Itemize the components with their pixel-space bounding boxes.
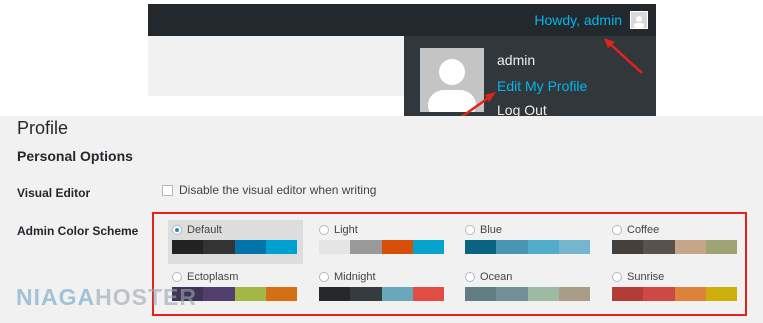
color-swatch[interactable]: [234, 287, 266, 301]
radio-icon[interactable]: [319, 272, 329, 282]
color-swatch[interactable]: [319, 240, 351, 254]
color-swatch[interactable]: [265, 240, 297, 254]
color-swatch[interactable]: [496, 287, 528, 301]
color-swatch[interactable]: [465, 287, 497, 301]
admin-bar: Howdy, admin: [148, 4, 656, 36]
color-swatch[interactable]: [643, 240, 675, 254]
visual-editor-checkbox-label[interactable]: Disable the visual editor when writing: [179, 183, 376, 197]
color-swatch[interactable]: [558, 287, 590, 301]
color-scheme-light[interactable]: Light: [315, 220, 450, 264]
scheme-name[interactable]: Light: [334, 224, 358, 236]
color-swatch[interactable]: [203, 287, 235, 301]
scheme-name[interactable]: Coffee: [627, 224, 659, 236]
color-scheme-midnight[interactable]: Midnight: [315, 267, 450, 311]
visual-editor-checkbox[interactable]: [162, 184, 173, 196]
scheme-swatches[interactable]: [172, 240, 297, 254]
page-background: [148, 36, 404, 96]
scheme-swatches[interactable]: [319, 240, 444, 254]
color-swatch[interactable]: [234, 240, 266, 254]
visual-editor-label: Visual Editor: [17, 186, 91, 200]
scheme-swatches[interactable]: [612, 287, 737, 301]
visual-editor-option[interactable]: Disable the visual editor when writing: [162, 183, 376, 197]
scheme-swatches[interactable]: [319, 287, 444, 301]
color-swatch[interactable]: [350, 240, 382, 254]
color-swatch[interactable]: [705, 287, 737, 301]
color-scheme-label: Admin Color Scheme: [17, 224, 139, 238]
color-swatch[interactable]: [527, 240, 559, 254]
color-swatch[interactable]: [381, 240, 413, 254]
edit-profile-link[interactable]: Edit My Profile: [497, 78, 587, 94]
avatar-icon[interactable]: [630, 11, 648, 29]
color-swatch[interactable]: [705, 240, 737, 254]
radio-icon[interactable]: [319, 225, 329, 235]
color-swatch[interactable]: [612, 240, 644, 254]
dropdown-username[interactable]: admin: [497, 52, 535, 68]
color-swatch[interactable]: [203, 240, 235, 254]
color-swatch[interactable]: [527, 287, 559, 301]
color-swatch[interactable]: [412, 287, 444, 301]
color-swatch[interactable]: [350, 287, 382, 301]
color-scheme-default[interactable]: Default: [168, 220, 303, 264]
radio-icon[interactable]: [612, 225, 622, 235]
scheme-name[interactable]: Ectoplasm: [187, 271, 238, 283]
radio-icon[interactable]: [172, 225, 182, 235]
color-swatch[interactable]: [319, 287, 351, 301]
color-swatch[interactable]: [496, 240, 528, 254]
scheme-swatches[interactable]: [465, 287, 590, 301]
watermark-part2: HOSTER: [95, 284, 197, 310]
scheme-swatches[interactable]: [465, 240, 590, 254]
avatar: [420, 48, 484, 112]
radio-icon[interactable]: [465, 225, 475, 235]
radio-icon[interactable]: [465, 272, 475, 282]
howdy-greeting[interactable]: Howdy, admin: [534, 12, 622, 28]
scheme-name[interactable]: Midnight: [334, 271, 376, 283]
color-scheme-sunrise[interactable]: Sunrise: [608, 267, 743, 311]
scheme-name[interactable]: Ocean: [480, 271, 512, 283]
color-scheme-blue[interactable]: Blue: [461, 220, 596, 264]
color-scheme-picker: Default Light Blue Coffee Ectoplasm Midn…: [152, 212, 747, 316]
color-swatch[interactable]: [558, 240, 590, 254]
color-swatch[interactable]: [674, 287, 706, 301]
color-swatch[interactable]: [643, 287, 675, 301]
color-swatch[interactable]: [612, 287, 644, 301]
radio-icon[interactable]: [172, 272, 182, 282]
radio-icon[interactable]: [612, 272, 622, 282]
section-title: Personal Options: [17, 148, 133, 164]
color-swatch[interactable]: [465, 240, 497, 254]
watermark-logo: NIAGAHOSTER: [16, 284, 197, 311]
color-swatch[interactable]: [172, 240, 204, 254]
watermark-part1: NIAGA: [16, 284, 96, 310]
color-swatch[interactable]: [412, 240, 444, 254]
color-scheme-ocean[interactable]: Ocean: [461, 267, 596, 311]
color-swatch[interactable]: [381, 287, 413, 301]
scheme-name[interactable]: Sunrise: [627, 271, 664, 283]
page-title: Profile: [17, 118, 69, 138]
user-dropdown: admin Edit My Profile Log Out: [404, 36, 656, 118]
scheme-name[interactable]: Default: [187, 224, 222, 236]
howdy-menu[interactable]: Howdy, admin: [534, 4, 648, 36]
color-swatch[interactable]: [265, 287, 297, 301]
scheme-name[interactable]: Blue: [480, 224, 502, 236]
scheme-swatches[interactable]: [612, 240, 737, 254]
color-scheme-coffee[interactable]: Coffee: [608, 220, 743, 264]
color-swatch[interactable]: [674, 240, 706, 254]
